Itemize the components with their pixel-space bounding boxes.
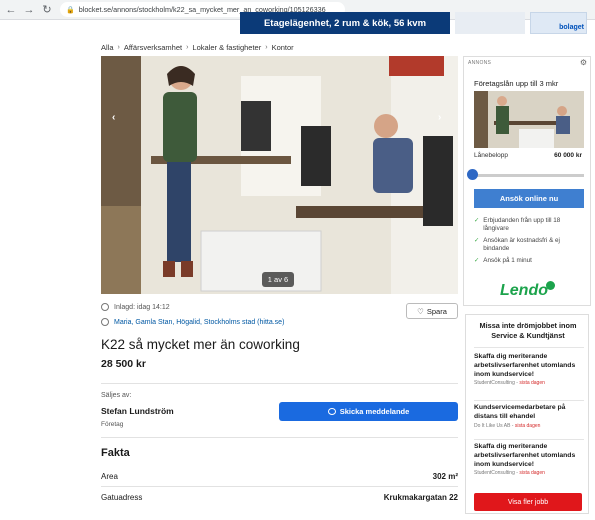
lendo-logo: Lendo xyxy=(500,282,548,299)
job-company: Do It Like Us AB xyxy=(474,422,511,429)
breadcrumb-item[interactable]: Kontor xyxy=(272,43,294,52)
loan-amount-label: Lånebelopp xyxy=(474,152,508,159)
office-photo-illustration xyxy=(101,56,458,294)
check-icon: ✓ xyxy=(474,237,480,244)
job-title: Kundservicemedarbetare på distans till e… xyxy=(474,404,566,420)
send-message-button[interactable]: Skicka meddelande xyxy=(279,402,458,421)
breadcrumb-item[interactable]: Affärsverksamhet xyxy=(124,43,182,52)
loan-ad-image xyxy=(474,91,584,148)
job-deadline: sista dagen xyxy=(519,380,545,387)
photo-counter: 1 av 6 xyxy=(262,272,294,287)
listing-photo[interactable] xyxy=(101,56,458,294)
fact-value: 302 m² xyxy=(432,472,458,481)
location-row: Maria, Gamla Stan, Högalid, Stockholms s… xyxy=(101,318,284,326)
chat-bubble-icon xyxy=(327,408,336,415)
job-title: Skaffa dig meriterande arbetslivserfaren… xyxy=(474,443,576,468)
job-company: StudentConsulting xyxy=(474,470,515,477)
location-link[interactable]: Maria, Gamla Stan, Högalid, Stockholms s… xyxy=(114,319,284,326)
listing-price: 28 500 kr xyxy=(101,358,146,370)
send-message-label: Skicka meddelande xyxy=(339,407,410,416)
loan-benefit-item: ✓ Ansök på 1 minut xyxy=(474,257,586,265)
chevron-right-icon: › xyxy=(265,44,268,51)
clock-icon xyxy=(101,303,109,311)
top-banner-ad-brand[interactable]: bolaget xyxy=(530,12,587,34)
benefit-text: Ansök på 1 minut xyxy=(483,257,532,264)
top-banner-ad[interactable]: Etagelägenhet, 2 rum & kök, 56 kvm xyxy=(240,12,450,34)
posted-row: Inlagd: idag 14:12 xyxy=(101,303,170,311)
breadcrumb-item[interactable]: Lokaler & fastigheter xyxy=(192,43,261,52)
breadcrumb-item[interactable]: Alla xyxy=(101,43,114,52)
benefit-text: Ansökan är kostnadsfri & ej bindande xyxy=(483,237,560,253)
loan-benefit-item: ✓ Erbjudanden från upp till 18 långivare xyxy=(474,217,586,233)
check-icon: ✓ xyxy=(474,257,480,264)
loan-slider-handle[interactable] xyxy=(467,169,478,180)
check-icon: ✓ xyxy=(474,217,480,224)
photo-next-icon[interactable]: › xyxy=(438,112,441,123)
fact-value: Krukmakargatan 22 xyxy=(383,493,458,502)
loan-benefit-item: ✓ Ansökan är kostnadsfri & ej bindande xyxy=(474,237,586,253)
breadcrumb: Alla › Affärsverksamhet › Lokaler & fast… xyxy=(101,43,294,52)
listing-title: K22 så mycket mer än coworking xyxy=(101,337,300,352)
location-pin-icon xyxy=(101,318,109,326)
job-item[interactable]: Kundservicemedarbetare på distans till e… xyxy=(474,404,586,429)
facts-heading: Fakta xyxy=(101,447,130,459)
job-item[interactable]: Skaffa dig meriterande arbetslivserfaren… xyxy=(474,443,586,476)
divider xyxy=(101,437,458,438)
job-item[interactable]: Skaffa dig meriterande arbetslivserfaren… xyxy=(474,353,586,386)
job-meta: StudentConsulting - sista dagen xyxy=(474,380,545,387)
benefit-text: Erbjudanden från upp till 18 långivare xyxy=(483,217,561,233)
loan-slider-track[interactable] xyxy=(474,174,584,177)
loan-ad-heading: Företagslån upp till 3 mkr xyxy=(474,79,559,88)
divider xyxy=(101,486,458,487)
top-ad-text: Etagelägenhet, 2 rum & kök, 56 kvm xyxy=(263,17,427,29)
jobs-ad-heading: Missa inte drömjobbet inom Service & Kun… xyxy=(479,321,577,340)
forward-icon[interactable]: → xyxy=(22,3,36,17)
top-banner-ad-image[interactable] xyxy=(455,12,525,34)
job-deadline: sista dagen xyxy=(514,422,541,429)
show-more-jobs-button[interactable]: Visa fler jobb xyxy=(474,493,582,511)
divider xyxy=(474,439,584,440)
posted-text: Inlagd: idag 14:12 xyxy=(114,303,170,311)
fact-row: Gatuadress Krukmakargatan 22 xyxy=(101,493,458,502)
job-title: Skaffa dig meriterande arbetslivserfaren… xyxy=(474,353,576,378)
divider xyxy=(474,347,584,348)
seller-name[interactable]: Stefan Lundström xyxy=(101,406,174,416)
gear-icon[interactable]: ⚙ xyxy=(580,58,587,67)
lock-icon: 🔒 xyxy=(66,6,75,14)
lendo-logo-badge-icon xyxy=(546,281,555,290)
fact-label: Gatuadress xyxy=(101,493,143,502)
divider xyxy=(474,400,584,401)
seller-label: Säljes av: xyxy=(101,392,132,399)
heart-icon: ♡ xyxy=(417,306,424,316)
loan-ad[interactable]: ANNONS ⚙ Företagslån upp till 3 mkr Låne… xyxy=(463,56,591,306)
job-company: StudentConsulting xyxy=(474,380,515,387)
apply-online-button[interactable]: Ansök online nu xyxy=(474,189,584,208)
reload-icon[interactable]: ↻ xyxy=(40,3,54,17)
loan-amount-value: 60 000 kr xyxy=(554,152,582,159)
chevron-right-icon: › xyxy=(186,44,189,51)
fact-label: Area xyxy=(101,472,118,481)
save-button[interactable]: ♡ Spara xyxy=(406,303,458,319)
ad-label: ANNONS xyxy=(468,60,492,66)
save-label: Spara xyxy=(426,306,447,316)
fact-row: Area 302 m² xyxy=(101,472,458,481)
chevron-right-icon: › xyxy=(117,44,120,51)
back-icon[interactable]: ← xyxy=(4,3,18,17)
job-deadline: sista dagen xyxy=(519,470,545,477)
seller-type: Företag xyxy=(101,421,124,428)
jobs-ad: Missa inte drömjobbet inom Service & Kun… xyxy=(465,314,589,514)
photo-prev-icon[interactable]: ‹ xyxy=(112,112,115,123)
top-ad-brand-text: bolaget xyxy=(559,24,584,31)
job-meta: StudentConsulting - sista dagen xyxy=(474,470,545,477)
job-meta: Do It Like Us AB - sista dagen xyxy=(474,422,541,429)
divider xyxy=(101,383,458,384)
